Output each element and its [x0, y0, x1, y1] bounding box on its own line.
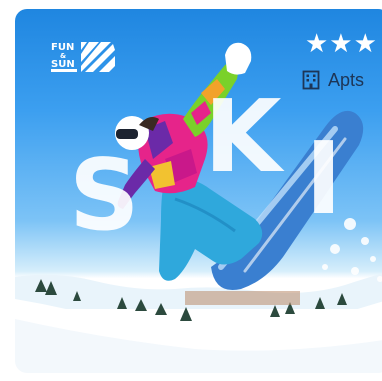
- svg-text:SUN: SUN: [51, 59, 75, 70]
- accommodation-label: Apts: [328, 70, 365, 90]
- title-letter-i: I: [305, 120, 343, 237]
- building-icon: [302, 70, 320, 90]
- title-letter-k: K: [204, 78, 282, 195]
- ski-offer-card[interactable]: FUN & SUN ★★★ Apts S K I: [15, 9, 382, 373]
- title-letter-s: S: [69, 139, 140, 253]
- accommodation-type: Apts: [302, 69, 364, 91]
- rating-stars: ★★★: [305, 29, 378, 59]
- fun-and-sun-logo: FUN & SUN: [51, 42, 115, 72]
